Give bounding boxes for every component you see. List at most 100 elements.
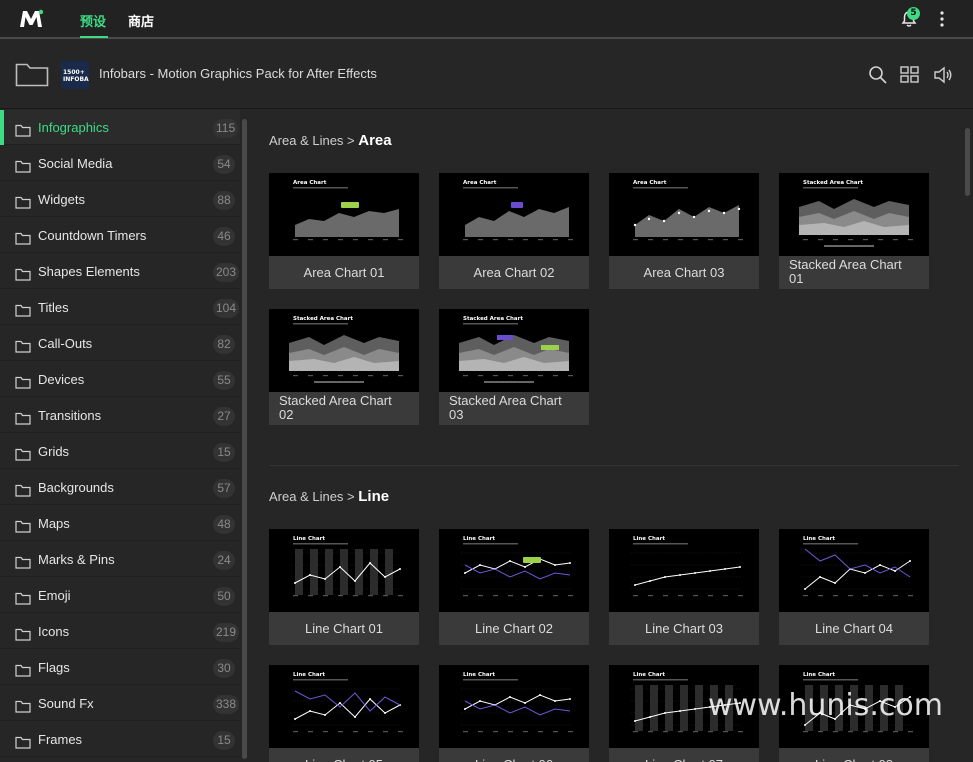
- preset-card-label: Line Chart 06: [439, 748, 589, 762]
- sidebar-item-count: 48: [213, 515, 235, 534]
- sidebar-item-label: Transitions: [38, 408, 102, 423]
- preset-card[interactable]: Line Chart Line Chart 01: [269, 529, 419, 645]
- svg-text:Area Chart: Area Chart: [463, 180, 497, 186]
- preset-thumbnail: Area Chart: [609, 173, 759, 256]
- preset-card[interactable]: Line Chart Line Chart 05: [269, 665, 419, 762]
- preset-card[interactable]: Line Chart Line Chart 03: [609, 529, 759, 645]
- sidebar-item-devices[interactable]: Devices 55: [0, 362, 240, 397]
- m-logo-icon[interactable]: [18, 8, 44, 30]
- preset-card[interactable]: Stacked Area Chart Stacked Area Chart 03: [439, 309, 589, 425]
- sidebar-item-backgrounds[interactable]: Backgrounds 57: [0, 470, 240, 505]
- category-sidebar: Infographics 115 Social Media 54 Widgets 88 Co…: [0, 110, 240, 762]
- folder-icon: [15, 302, 31, 317]
- preset-card-label: Line Chart 03: [609, 612, 759, 645]
- folder-icon: [15, 626, 31, 641]
- more-menu-icon[interactable]: [935, 10, 949, 28]
- sidebar-scrollbar[interactable]: [242, 119, 247, 759]
- sidebar-item-count: 15: [213, 443, 235, 462]
- pack-thumbnail: 1500+ INFOBARS: [61, 61, 89, 89]
- svg-text:Line Chart: Line Chart: [633, 536, 665, 542]
- folder-icon: [15, 230, 31, 245]
- sidebar-item-frames[interactable]: Frames 15: [0, 722, 240, 757]
- sidebar-item-count: 24: [213, 551, 235, 570]
- svg-text:Line Chart: Line Chart: [803, 672, 835, 678]
- sidebar-item-shapes-elements[interactable]: Shapes Elements 203: [0, 254, 240, 289]
- sidebar-item-call-outs[interactable]: Call-Outs 82: [0, 326, 240, 361]
- sidebar-item-label: Flags: [38, 660, 70, 675]
- preset-card-label: Line Chart 08: [779, 748, 929, 762]
- preset-card[interactable]: Area Chart Area Chart 02: [439, 173, 589, 289]
- sidebar-item-countdown-timers[interactable]: Countdown Timers 46: [0, 218, 240, 253]
- section-divider: [269, 465, 959, 466]
- preset-thumbnail: Stacked Area Chart: [779, 173, 929, 256]
- section-breadcrumb: Area & Lines >: [269, 489, 359, 504]
- grid-view-icon[interactable]: [900, 65, 920, 85]
- sidebar-item-transitions[interactable]: Transitions 27: [0, 398, 240, 433]
- folder-icon: [15, 338, 31, 353]
- folder-icon: [15, 194, 31, 209]
- preset-card[interactable]: Line Chart Line Chart 06: [439, 665, 589, 762]
- svg-text:Stacked Area Chart: Stacked Area Chart: [803, 180, 863, 186]
- sidebar-item-label: Infographics: [38, 120, 109, 135]
- volume-icon[interactable]: [933, 65, 953, 85]
- sidebar-item-count: 55: [213, 371, 235, 390]
- preset-card[interactable]: Stacked Area Chart Stacked Area Chart 01: [779, 173, 929, 289]
- sidebar-item-infographics[interactable]: Infographics 115: [0, 110, 240, 145]
- notification-badge: 5: [907, 7, 920, 20]
- folder-icon: [15, 590, 31, 605]
- sidebar-item-emoji[interactable]: Emoji 50: [0, 578, 240, 613]
- app-window: 预设 商店 5 1500+ INFOBARS Infobars - Motion…: [0, 0, 973, 762]
- sidebar-item-count: 203: [213, 263, 240, 282]
- sidebar-item-count: 338: [213, 695, 240, 714]
- preset-card-label: Line Chart 02: [439, 612, 589, 645]
- sidebar-item-marks-pins[interactable]: Marks & Pins 24: [0, 542, 240, 577]
- svg-text:Line Chart: Line Chart: [803, 536, 835, 542]
- tab-store[interactable]: 商店: [128, 11, 154, 30]
- preset-card[interactable]: Area Chart Area Chart 01: [269, 173, 419, 289]
- sidebar-item-count: 54: [213, 155, 235, 174]
- sidebar-item-label: Sound Fx: [38, 696, 94, 711]
- preset-card[interactable]: Line Chart Line Chart 02: [439, 529, 589, 645]
- svg-text:Line Chart: Line Chart: [463, 672, 495, 678]
- preset-card[interactable]: Area Chart Area Chart 03: [609, 173, 759, 289]
- folder-icon[interactable]: [15, 61, 49, 87]
- sidebar-item-maps[interactable]: Maps 48: [0, 506, 240, 541]
- sidebar-item-count: 219: [213, 623, 240, 642]
- folder-icon: [15, 122, 31, 137]
- sidebar-item-label: Widgets: [38, 192, 85, 207]
- sidebar-item-count: 46: [213, 227, 235, 246]
- sidebar-item-social-media[interactable]: Social Media 54: [0, 146, 240, 181]
- preset-card-label: Line Chart 05: [269, 748, 419, 762]
- sidebar-item-count: 104: [213, 299, 240, 318]
- pack-thumbnail-text: 1500+ INFOBARS: [63, 69, 89, 83]
- section-name: Line: [358, 488, 390, 505]
- sidebar-item-count: 50: [213, 587, 235, 606]
- preset-card[interactable]: Line Chart Line Chart 04: [779, 529, 929, 645]
- preset-card-label: Area Chart 03: [609, 256, 759, 289]
- preset-thumbnail: Line Chart: [609, 529, 759, 612]
- preset-card[interactable]: Stacked Area Chart Stacked Area Chart 02: [269, 309, 419, 425]
- content-scrollbar[interactable]: [965, 128, 970, 196]
- sidebar-item-icons[interactable]: Icons 219: [0, 614, 240, 649]
- tab-presets[interactable]: 预设: [80, 11, 106, 30]
- sidebar-item-grids[interactable]: Grids 15: [0, 434, 240, 469]
- sidebar-item-sound-fx[interactable]: Sound Fx 338: [0, 686, 240, 721]
- section-title: Area & Lines > Area: [269, 132, 392, 149]
- sidebar-item-count: 57: [213, 479, 235, 498]
- sidebar-item-titles[interactable]: Titles 104: [0, 290, 240, 325]
- preset-card-label: Stacked Area Chart 02: [269, 392, 419, 425]
- sidebar-item-label: Grids: [38, 444, 70, 459]
- sidebar-item-count: 82: [213, 335, 235, 354]
- sidebar-item-count: 115: [213, 119, 239, 138]
- folder-icon: [15, 266, 31, 281]
- sidebar-item-widgets[interactable]: Widgets 88: [0, 182, 240, 217]
- search-icon[interactable]: [868, 65, 888, 85]
- sidebar-item-flags[interactable]: Flags 30: [0, 650, 240, 685]
- sidebar-item-count: 27: [213, 407, 235, 426]
- folder-icon: [15, 446, 31, 461]
- preset-card-label: Line Chart 01: [269, 612, 419, 645]
- sidebar-item-label: Call-Outs: [38, 336, 93, 351]
- sidebar-item-label: Devices: [38, 372, 85, 387]
- sidebar-item-label: Countdown Timers: [38, 228, 147, 243]
- preset-thumbnail: Area Chart: [439, 173, 589, 256]
